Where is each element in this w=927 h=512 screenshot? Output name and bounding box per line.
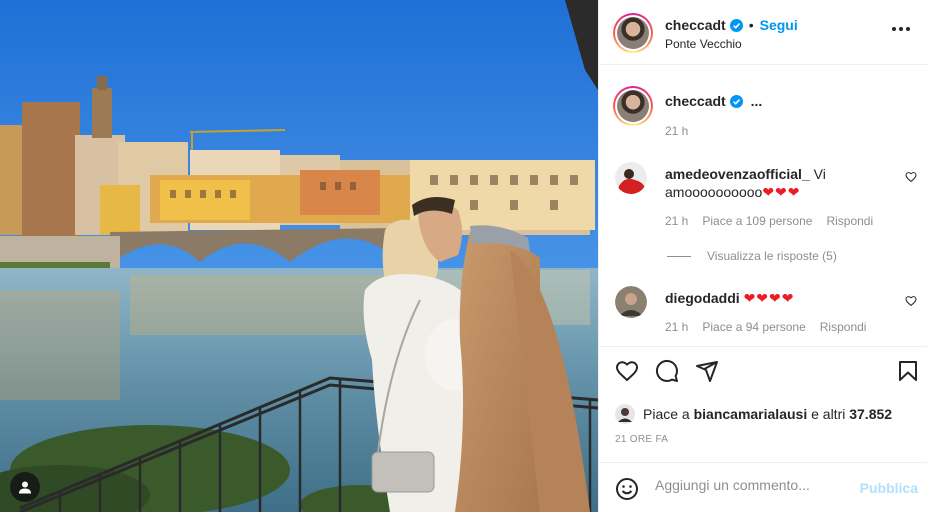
- comment-bar: Pubblica: [599, 462, 927, 512]
- header-separator: •: [748, 17, 754, 33]
- author-username[interactable]: checcadt: [665, 17, 726, 33]
- caption-time: 21 h: [665, 124, 689, 138]
- post-header: checcadt • Segui Ponte Vecchio: [599, 0, 927, 65]
- verified-badge-icon: [729, 19, 743, 32]
- heart-emoji: ❤❤❤❤: [743, 290, 795, 306]
- commenter-avatar[interactable]: [615, 162, 647, 194]
- likes-suffix: e altri: [807, 406, 850, 422]
- view-replies-line: [667, 255, 691, 257]
- comment-meta: 21 h Piace a 109 persone Rispondi: [665, 214, 887, 228]
- heart-emoji: ❤❤❤: [762, 184, 801, 200]
- comment-time: 21 h: [665, 214, 689, 228]
- post-photo[interactable]: [0, 0, 598, 512]
- bookmark-icon[interactable]: [896, 359, 920, 383]
- comment-meta: 21 h Piace a 94 persone Rispondi: [665, 320, 880, 334]
- likes-user[interactable]: biancamarialausi: [694, 406, 808, 422]
- view-replies-label[interactable]: Visualizza le risposte (5): [707, 249, 837, 263]
- comment-body: diegodaddi ❤❤❤❤: [665, 289, 895, 307]
- comment-like-heart-icon[interactable]: [905, 171, 917, 183]
- follow-button[interactable]: Segui: [760, 17, 798, 33]
- liker-avatar: [615, 404, 635, 424]
- likes-summary[interactable]: Piace a biancamarialausi e altri 37.852: [615, 404, 892, 424]
- comment-like-heart-icon[interactable]: [905, 295, 917, 307]
- caption-author-avatar[interactable]: [613, 86, 653, 126]
- comment-time: 21 h: [665, 320, 689, 334]
- likes-count[interactable]: 37.852: [849, 406, 892, 422]
- comment-username[interactable]: diegodaddi: [665, 290, 740, 306]
- comment-input[interactable]: [655, 477, 855, 493]
- share-icon[interactable]: [695, 359, 719, 383]
- caption-text: ...: [750, 93, 763, 109]
- heart-icon[interactable]: [615, 359, 639, 383]
- reply-button[interactable]: Rispondi: [826, 214, 873, 228]
- likes-prefix: Piace a: [643, 406, 694, 422]
- caption-username[interactable]: checcadt: [665, 93, 726, 109]
- view-replies-button[interactable]: Visualizza le risposte (5): [667, 249, 837, 263]
- post-location[interactable]: Ponte Vecchio: [665, 37, 742, 51]
- comment-username[interactable]: amedeovenzaofficial_: [665, 166, 810, 182]
- action-bar: [599, 346, 927, 398]
- publish-button[interactable]: Pubblica: [860, 480, 918, 496]
- post-timestamp[interactable]: 21 ORE FA: [615, 434, 668, 445]
- author-avatar[interactable]: [613, 13, 653, 53]
- reply-button[interactable]: Rispondi: [820, 320, 867, 334]
- comment-likes-count[interactable]: Piace a 109 persone: [702, 214, 812, 228]
- post-details-panel: checcadt • Segui Ponte Vecchio checcadt ..…: [598, 0, 927, 512]
- emoji-icon[interactable]: [615, 477, 639, 501]
- commenter-avatar[interactable]: [615, 286, 647, 318]
- verified-badge-icon: [729, 95, 743, 108]
- comment-likes-count[interactable]: Piace a 94 persone: [702, 320, 805, 334]
- florence-river-photo: [0, 0, 598, 512]
- comment-icon[interactable]: [655, 359, 679, 383]
- more-options-icon[interactable]: [892, 24, 914, 34]
- comment-body: amedeovenzaofficial_ Vi amoooooooooo❤❤❤: [665, 165, 895, 201]
- tagged-user-icon[interactable]: [10, 472, 40, 502]
